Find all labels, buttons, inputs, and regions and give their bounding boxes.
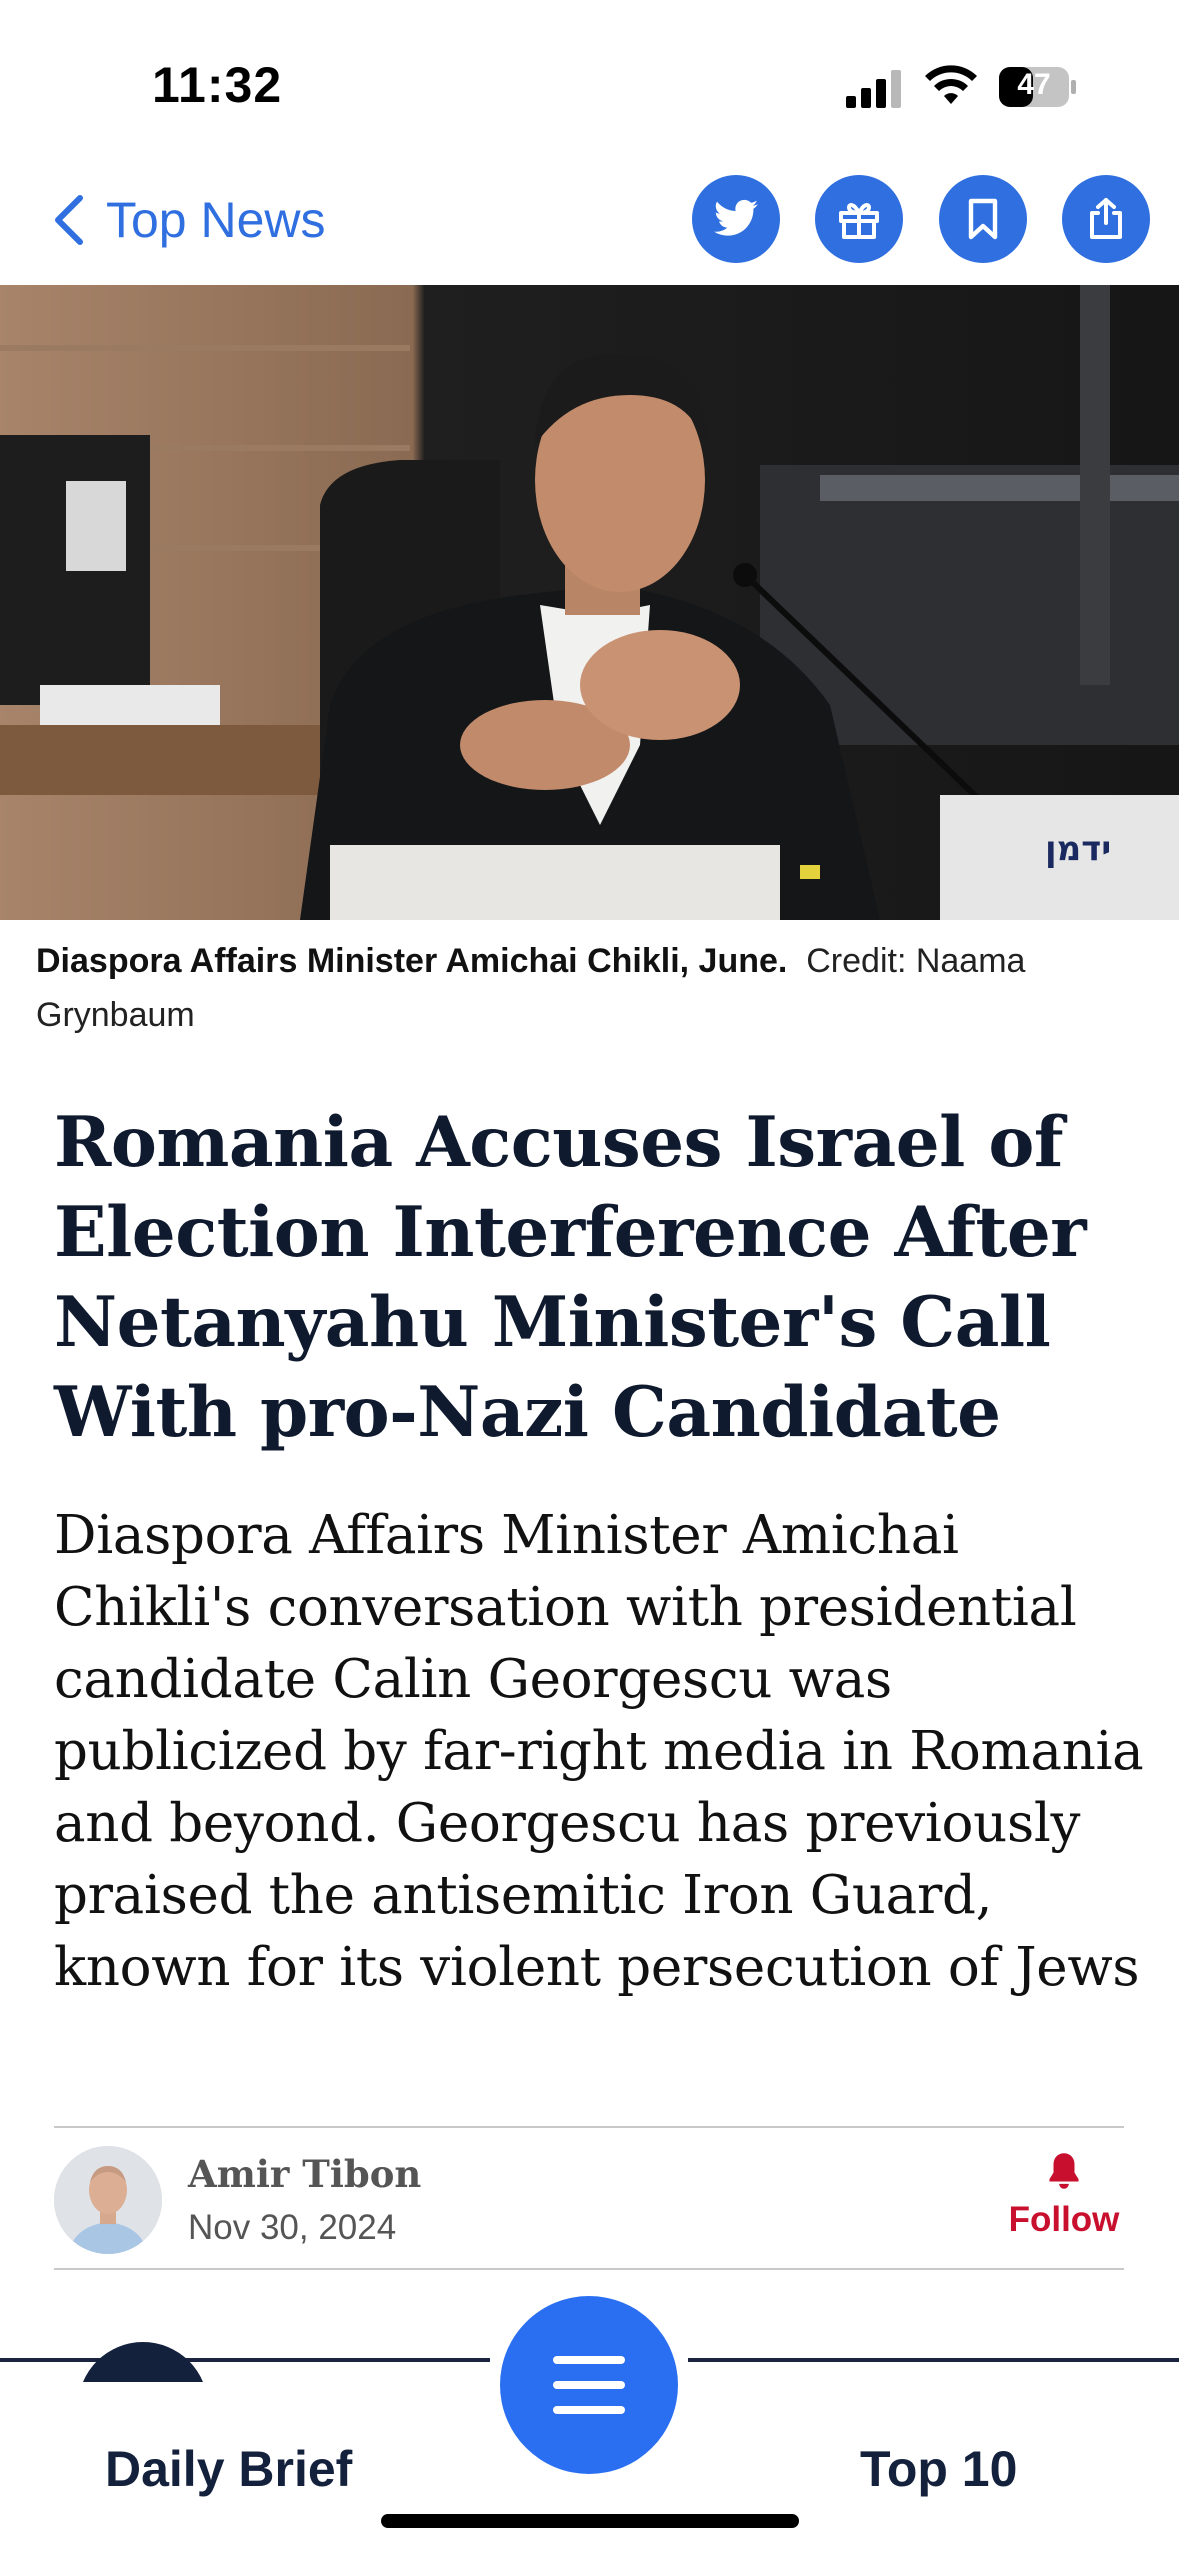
scroll-up-button[interactable] (78, 2342, 208, 2382)
hamburger-menu-icon (553, 2356, 625, 2414)
follow-label: Follow (1008, 2200, 1120, 2239)
status-time: 11:32 (152, 57, 283, 113)
bookmark-icon (968, 198, 998, 240)
bar-divider-right (688, 2358, 1179, 2362)
chevron-left-icon (55, 195, 83, 245)
twitter-icon (714, 199, 758, 236)
menu-button[interactable] (500, 2296, 678, 2474)
avatar[interactable] (54, 2146, 162, 2254)
share-icon (1090, 198, 1122, 239)
battery-icon: 47 (998, 66, 1078, 108)
signal-icon (846, 70, 901, 108)
home-indicator[interactable] (381, 2514, 799, 2528)
share-button[interactable] (1062, 175, 1150, 263)
byline: Amir Tibon Nov 30, 2024 Follow (54, 2126, 1124, 2270)
twitter-button[interactable] (692, 175, 780, 263)
nav-header: Top News (0, 150, 1179, 285)
article-headline: Romania Accuses Israel of Election Inter… (54, 1102, 1087, 1453)
publish-date: Nov 30, 2024 (188, 2208, 397, 2247)
bell-icon (1049, 2153, 1079, 2189)
back-label: Top News (106, 192, 326, 248)
article-summary: Diaspora Affairs Minister Amichai Chikli… (54, 1505, 1144, 1998)
follow-button[interactable]: Follow (1004, 2150, 1124, 2240)
minister-photo: ידמן (0, 285, 1179, 920)
svg-text:ידמן: ידמן (1045, 829, 1111, 869)
bookmark-button[interactable] (939, 175, 1027, 263)
wifi-icon (925, 65, 977, 104)
author-name[interactable]: Amir Tibon (188, 2152, 421, 2196)
gift-button[interactable] (815, 175, 903, 263)
status-bar: 11:32 47 (0, 0, 1179, 150)
gift-icon (839, 203, 879, 239)
photo-caption: Diaspora Affairs Minister Amichai Chikli… (36, 934, 1146, 1042)
author-photo (54, 2146, 162, 2254)
tab-top-10[interactable]: Top 10 (860, 2440, 1017, 2498)
bar-divider-left (0, 2358, 490, 2362)
tab-daily-brief[interactable]: Daily Brief (105, 2440, 352, 2498)
caption-text: Diaspora Affairs Minister Amichai Chikli… (36, 942, 788, 980)
back-button[interactable]: Top News (52, 190, 326, 250)
battery-level: 47 (1017, 68, 1051, 101)
article-photo: ידמן (0, 285, 1179, 920)
